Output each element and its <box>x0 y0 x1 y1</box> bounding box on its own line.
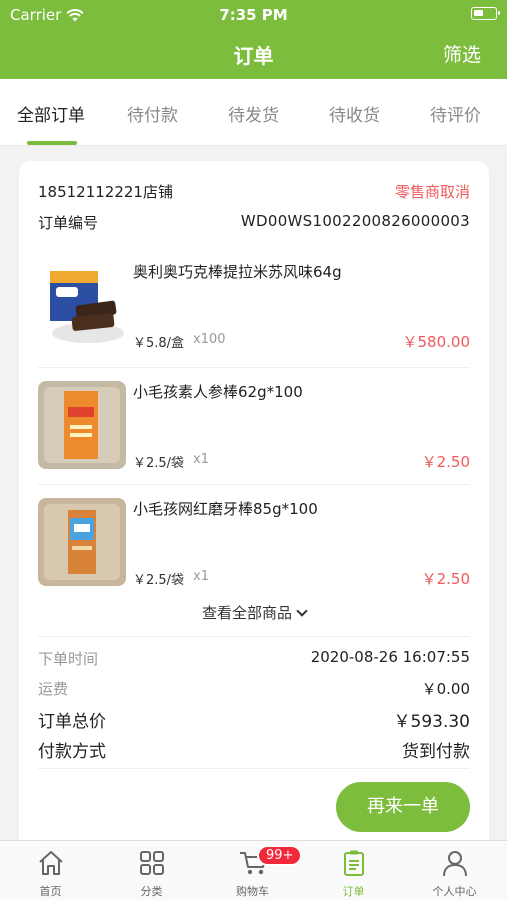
status-time: 7:35 PM <box>219 6 288 24</box>
divider <box>38 484 470 485</box>
product-name: 小毛孩素人参棒62g*100 <box>133 383 303 401</box>
filter-button[interactable]: 筛选 <box>443 40 481 67</box>
divider <box>38 367 470 368</box>
divider <box>38 768 470 769</box>
unit-price: ￥2.5/袋 <box>133 573 185 588</box>
shipping-label: 运费 <box>38 680 69 698</box>
product-name: 奥利奥巧克棒提拉米苏风味64g <box>133 263 342 281</box>
tab-all-orders[interactable]: 全部订单 <box>17 101 85 126</box>
chevron-down-icon <box>296 605 308 617</box>
total-label: 订单总价 <box>38 712 106 732</box>
cart-badge: 99+ <box>257 845 303 866</box>
tabbar-label: 个人中心 <box>432 885 477 898</box>
shipping-fee: ￥0.00 <box>421 680 470 698</box>
carrier-label: Carrier <box>10 6 62 24</box>
tab-pending-receipt[interactable]: 待收货 <box>329 101 380 126</box>
tabbar-home[interactable]: 首页 <box>0 841 101 900</box>
tab-pending-payment[interactable]: 待付款 <box>127 101 178 126</box>
order-tabs: 全部订单 待付款 待发货 待收货 待评价 <box>0 79 507 146</box>
status-bar: Carrier 7:35 PM <box>10 6 500 24</box>
reorder-button[interactable]: 再来一单 <box>336 782 470 832</box>
order-time-label: 下单时间 <box>38 650 99 668</box>
order-icon <box>343 850 364 876</box>
quantity: x1 <box>193 452 209 467</box>
product-image <box>38 381 126 469</box>
order-item[interactable]: 小毛孩素人参棒62g*100 ￥2.5/袋 x1 ￥2.50 <box>38 381 470 481</box>
order-number-label: 订单编号 <box>38 214 99 232</box>
tabbar-cart[interactable]: 99+ 购物车 <box>202 841 303 900</box>
carrier: Carrier <box>10 6 84 24</box>
order-total: ￥593.30 <box>393 712 470 732</box>
product-name: 小毛孩网红磨牙棒85g*100 <box>133 500 318 518</box>
page-title: 订单 <box>233 44 274 68</box>
shop-name: 18512112221店铺 <box>38 183 173 201</box>
active-tab-indicator <box>27 141 77 145</box>
product-image <box>38 261 126 349</box>
grid-icon <box>139 851 164 875</box>
tabbar-category[interactable]: 分类 <box>101 841 202 900</box>
item-subtotal: ￥2.50 <box>421 453 470 471</box>
bottom-tab-bar: 首页 分类 99+ 购物车 订单 个人中心 <box>0 840 507 900</box>
quantity: x1 <box>193 569 209 584</box>
item-subtotal: ￥580.00 <box>402 333 471 351</box>
order-item[interactable]: 小毛孩网红磨牙棒85g*100 ￥2.5/袋 x1 ￥2.50 <box>38 498 470 598</box>
tabbar-profile[interactable]: 个人中心 <box>404 841 505 900</box>
tabbar-label: 订单 <box>342 885 365 898</box>
payment-method: 货到付款 <box>402 742 470 762</box>
tabbar-orders[interactable]: 订单 <box>303 841 404 900</box>
divider <box>38 636 470 637</box>
home-icon <box>38 851 63 875</box>
view-all-label: 查看全部商品 <box>201 604 292 622</box>
tab-pending-shipment[interactable]: 待发货 <box>228 101 279 126</box>
person-icon <box>442 851 467 877</box>
view-all-products-button[interactable]: 查看全部商品 <box>19 602 489 623</box>
tabbar-label: 首页 <box>39 885 62 898</box>
order-card[interactable]: 18512112221店铺 零售商取消 订单编号 WD00WS100220082… <box>19 161 489 861</box>
order-time: 2020-08-26 16:07:55 <box>310 648 470 666</box>
order-item[interactable]: 奥利奥巧克棒提拉米苏风味64g ￥5.8/盒 x100 ￥580.00 <box>38 261 470 361</box>
app-header: Carrier 7:35 PM 订单 筛选 <box>0 0 507 79</box>
order-status: 零售商取消 <box>394 183 470 201</box>
tab-pending-review[interactable]: 待评价 <box>430 101 481 126</box>
wifi-icon <box>66 8 84 21</box>
battery-icon <box>471 7 500 20</box>
item-subtotal: ￥2.50 <box>421 570 470 588</box>
order-number: WD00WS1002200826000003 <box>240 212 470 230</box>
tabbar-label: 购物车 <box>236 885 269 898</box>
product-image <box>38 498 126 586</box>
tabbar-label: 分类 <box>140 885 163 898</box>
unit-price: ￥2.5/袋 <box>133 456 185 471</box>
unit-price: ￥5.8/盒 <box>133 336 185 351</box>
payment-label: 付款方式 <box>38 742 106 762</box>
quantity: x100 <box>193 332 226 347</box>
